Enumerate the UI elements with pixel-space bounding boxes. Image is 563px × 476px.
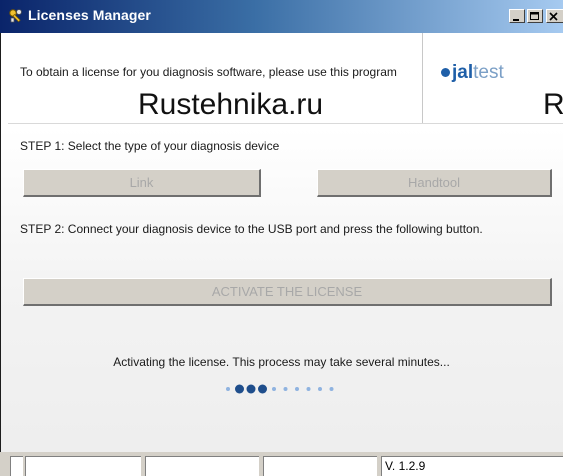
progress-dot-active <box>246 384 256 394</box>
progress-dot <box>318 387 322 391</box>
step2-label: STEP 2: Connect your diagnosis device to… <box>20 222 483 236</box>
logo-jal: jal <box>452 62 474 83</box>
header-separator <box>8 123 563 124</box>
progress-dot <box>306 387 311 391</box>
maximize-icon <box>530 12 539 20</box>
statusbar-cell <box>145 456 259 476</box>
status-message: Activating the license. This process may… <box>113 355 450 369</box>
progress-dot-active <box>235 384 244 394</box>
version-label: V. 1.2.9 <box>381 456 563 476</box>
progress-dot <box>283 387 288 391</box>
close-button[interactable] <box>546 9 563 23</box>
link-button[interactable]: Link <box>23 169 261 197</box>
progress-dot <box>272 387 276 391</box>
step1-label: STEP 1: Select the type of your diagnosi… <box>20 139 280 153</box>
statusbar-cell <box>10 456 23 476</box>
minimize-button[interactable] <box>509 9 525 23</box>
progress-dots <box>226 384 334 394</box>
close-icon <box>549 12 558 21</box>
maximize-button[interactable] <box>527 9 543 23</box>
watermark-text: Rustehnika.ru <box>138 88 324 121</box>
minimize-icon <box>513 19 519 21</box>
watermark-edge: R <box>543 88 563 121</box>
statusbar-cell <box>25 456 141 476</box>
window-frame-left <box>0 33 1 476</box>
logo-test: test <box>473 62 504 83</box>
key-icon <box>9 9 22 23</box>
jaltest-logo: jaltest <box>441 62 504 84</box>
progress-dot <box>295 387 299 391</box>
window-title: Licenses Manager <box>28 7 151 23</box>
progress-dot <box>226 387 230 391</box>
info-text: To obtain a license for you diagnosis so… <box>20 65 397 79</box>
header-divider <box>422 33 423 123</box>
progress-dot-active <box>258 384 267 394</box>
activate-license-button[interactable]: ACTIVATE THE LICENSE <box>23 278 552 306</box>
statusbar-cell <box>263 456 377 476</box>
logo-dot-icon <box>441 68 450 77</box>
handtool-button[interactable]: Handtool <box>317 169 552 197</box>
progress-dot <box>329 387 334 391</box>
